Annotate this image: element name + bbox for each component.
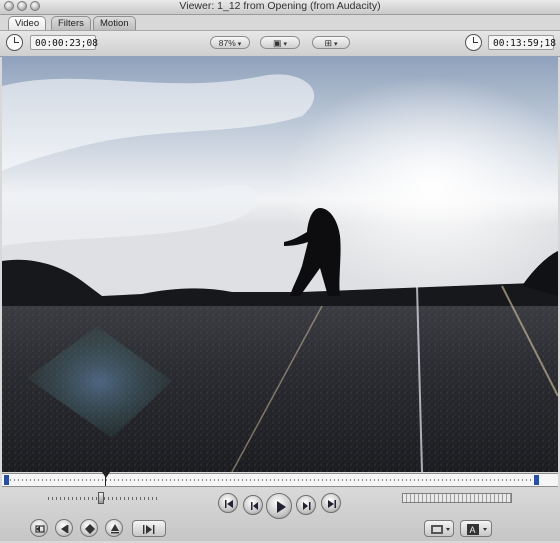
view-mode-popup[interactable]: ▣ ▾ [260,36,300,49]
view-mode-icon: ▣ [273,38,282,48]
chevron-down-icon: ▾ [332,41,338,48]
mark-clip-button[interactable] [30,519,48,537]
out-point-marker[interactable] [534,475,539,485]
video-frame-image [2,56,558,472]
play-button[interactable] [266,493,292,519]
previous-edit-icon [251,502,258,510]
overlay-popup[interactable]: ⊞ ▾ [312,36,350,49]
go-to-in-icon [225,500,233,508]
playhead-line [105,474,106,486]
match-frame-icon [143,525,155,534]
match-frame-button[interactable] [132,520,166,537]
shuttle-thumb[interactable] [98,492,104,504]
recent-clips-icon [431,525,450,534]
tab-video[interactable]: Video [8,16,47,31]
chevron-down-icon: ▾ [281,41,287,48]
generators-button[interactable]: A [460,520,492,537]
mark-out-button[interactable] [105,519,123,537]
playhead-icon[interactable] [102,472,110,478]
next-edit-button[interactable] [296,495,316,515]
mark-out-icon [111,524,119,534]
add-marker-button[interactable] [80,519,98,537]
recent-clips-button[interactable] [424,520,454,537]
play-icon [277,501,286,513]
tab-motion[interactable]: Motion [93,16,136,30]
go-to-out-button[interactable] [321,493,341,513]
mark-clip-icon [35,525,45,533]
svg-text:A: A [470,525,476,535]
go-to-in-button[interactable] [218,493,238,513]
mark-in-icon [61,525,69,533]
in-point-marker[interactable] [4,475,9,485]
viewer-control-bar: 00:00:23;08 87% ▾ ▣ ▾ ⊞ ▾ 00:13:59;18 [0,30,560,57]
previous-edit-button[interactable] [243,495,263,515]
go-to-out-icon [328,500,336,508]
next-edit-icon [303,502,311,510]
current-time-clock-icon [465,34,482,51]
current-timecode-field[interactable]: 00:13:59;18 [488,35,556,50]
overlay-icon: ⊞ [324,38,333,48]
duration-clock-icon [6,34,23,51]
jog-control[interactable] [402,493,512,503]
video-canvas[interactable] [2,56,558,472]
scrubber-ticks [10,479,538,481]
zoom-value: 87% [218,38,236,48]
window-title: Viewer: 1_12 from Opening (from Audacity… [179,0,381,12]
zoom-popup[interactable]: 87% ▾ [210,36,250,49]
title-bar: Viewer: 1_12 from Opening (from Audacity… [0,0,560,15]
chevron-down-icon: ▾ [235,41,242,48]
scrubber-bar[interactable] [2,472,558,487]
tab-filters[interactable]: Filters [51,16,91,30]
generators-icon: A [467,524,487,535]
mark-in-button[interactable] [55,519,73,537]
shuttle-slider[interactable] [48,492,158,504]
duration-timecode-field[interactable]: 00:00:23;08 [30,35,98,50]
add-marker-icon [85,524,95,534]
